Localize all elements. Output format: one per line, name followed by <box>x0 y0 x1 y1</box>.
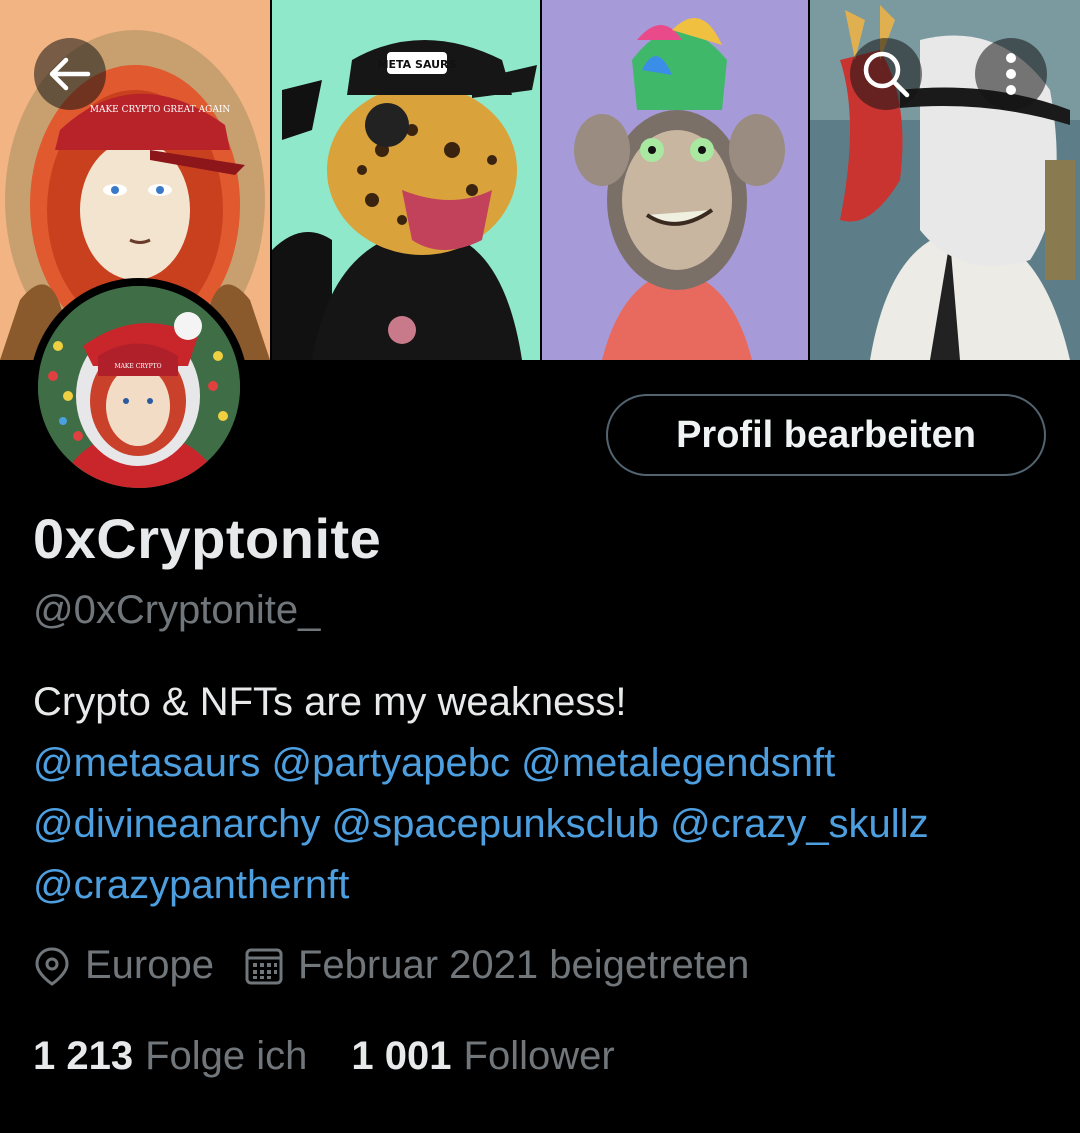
calendar-icon <box>244 946 284 986</box>
more-options-button[interactable] <box>975 38 1047 110</box>
arrow-left-icon <box>49 57 91 91</box>
bio: Crypto & NFTs are my weakness! @metasaur… <box>33 672 1053 916</box>
mention-link[interactable]: @crazy_skullz <box>670 802 928 846</box>
avatar-image: MAKE CRYPTO <box>38 286 240 488</box>
followers-count: 1 001 <box>351 1034 452 1078</box>
banner-cap-text-2: META SAURS <box>378 58 457 71</box>
mention-link[interactable]: @partyapebc <box>271 741 510 785</box>
mention-link[interactable]: @metasaurs <box>33 741 260 785</box>
banner-nft-party-ape <box>542 0 808 360</box>
bio-text: Crypto & NFTs are my weakness! <box>33 680 627 724</box>
followers-link[interactable]: 1 001 Follower <box>351 1034 614 1079</box>
mention-link[interactable]: @spacepunksclub <box>332 802 659 846</box>
followers-label: Follower <box>463 1034 615 1078</box>
svg-text:MAKE CRYPTO: MAKE CRYPTO <box>114 363 161 370</box>
joined-date-text: Februar 2021 beigetreten <box>297 943 750 987</box>
following-label: Folge ich <box>145 1034 308 1078</box>
location-text: Europe <box>85 943 214 987</box>
mention-link[interactable]: @metalegendsnft <box>521 741 835 785</box>
mention-link[interactable]: @divineanarchy <box>33 802 320 846</box>
banner-cap-text: MAKE CRYPTO GREAT AGAIN <box>90 105 231 115</box>
back-button[interactable] <box>34 38 106 110</box>
more-vertical-icon <box>1006 53 1016 95</box>
profile-meta: Europe Februar 2021 beigetreten <box>33 943 749 988</box>
banner-nft-metasaur: META SAURS <box>272 0 540 360</box>
display-name: 0xCryptonite <box>33 507 382 570</box>
edit-profile-button[interactable]: Profil bearbeiten <box>606 394 1046 476</box>
following-count: 1 213 <box>33 1034 134 1078</box>
search-button[interactable] <box>850 38 922 110</box>
search-icon <box>863 51 910 98</box>
avatar[interactable]: MAKE CRYPTO <box>30 278 248 496</box>
username-handle: @0xCryptonite_ <box>33 588 321 632</box>
mention-link[interactable]: @crazypanthernft <box>33 863 349 907</box>
following-link[interactable]: 1 213 Folge ich <box>33 1034 307 1079</box>
follow-counts: 1 213 Folge ich 1 001 Follower <box>33 1034 615 1079</box>
location-pin-icon <box>33 946 71 986</box>
